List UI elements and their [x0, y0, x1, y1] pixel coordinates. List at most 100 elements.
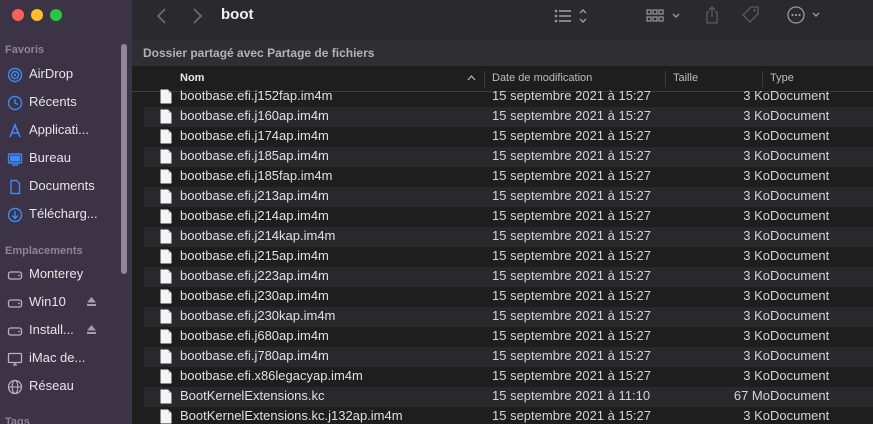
file-name: bootbase.efi.j215ap.im4m: [180, 248, 329, 263]
file-icon: [160, 129, 172, 144]
file-name: BootKernelExtensions.kc: [180, 388, 325, 403]
file-kind: Document: [770, 228, 830, 243]
file-list: bootbase.efi.j152fap.im4m 15 septembre 20…: [132, 88, 873, 424]
column-header-kind[interactable]: Type: [770, 72, 794, 84]
file-row[interactable]: bootbase.efi.j214ap.im4m 15 septembre 202…: [144, 207, 873, 227]
column-divider[interactable]: [484, 71, 485, 87]
file-kind: Document: [770, 148, 830, 163]
file-date: 15 septembre 2021 à 15:27: [492, 228, 652, 243]
sidebar-scrollbar[interactable]: [121, 44, 127, 274]
file-kind: Document: [770, 388, 830, 403]
file-size: 3 Ko: [743, 348, 770, 363]
applications-icon: [9, 123, 21, 138]
file-name: bootbase.efi.j160ap.im4m: [180, 108, 329, 123]
more-actions-icon[interactable]: [787, 5, 825, 25]
eject-icon[interactable]: [86, 324, 97, 335]
file-row[interactable]: bootbase.efi.j215ap.im4m 15 septembre 202…: [144, 247, 873, 267]
file-row[interactable]: bootbase.efi.j680ap.im4m 15 septembre 202…: [144, 327, 873, 347]
column-divider[interactable]: [665, 71, 666, 87]
toolbar: boot: [132, 0, 873, 40]
file-kind: Document: [770, 188, 830, 203]
sidebar-item-label: Récents: [29, 94, 77, 109]
sidebar-item-recents[interactable]: Récents: [0, 91, 124, 113]
file-size: 3 Ko: [743, 328, 770, 343]
file-size: 3 Ko: [743, 248, 770, 263]
file-icon: [160, 269, 172, 284]
file-date: 15 septembre 2021 à 15:27: [492, 148, 652, 163]
sidebar-item-label: iMac de...: [29, 350, 86, 365]
file-row[interactable]: bootbase.efi.j780ap.im4m 15 septembre 202…: [144, 347, 873, 367]
file-row[interactable]: BootKernelExtensions.kc.j132ap.im4m 15 se…: [144, 407, 873, 424]
eject-icon[interactable]: [86, 296, 97, 307]
group-icon[interactable]: [646, 7, 686, 25]
file-date: 15 septembre 2021 à 15:27: [492, 88, 652, 103]
sidebar-item-label: Télécharg...: [29, 206, 98, 221]
sort-ascending-icon[interactable]: [467, 75, 476, 81]
zoom-window-button[interactable]: [50, 9, 62, 21]
file-size: 3 Ko: [743, 108, 770, 123]
file-name: bootbase.efi.j214ap.im4m: [180, 208, 329, 223]
sidebar-item-label: Install...: [29, 322, 74, 337]
sidebar-item-applications[interactable]: Applicati...: [0, 119, 124, 141]
file-row[interactable]: bootbase.efi.j185ap.im4m 15 septembre 202…: [144, 147, 873, 167]
file-row[interactable]: bootbase.efi.j214kap.im4m 15 septembre 20…: [144, 227, 873, 247]
file-date: 15 septembre 2021 à 11:10: [492, 388, 651, 403]
file-icon: [160, 109, 172, 124]
column-header-name[interactable]: Nom: [180, 72, 204, 84]
file-row[interactable]: bootbase.efi.x86legacyap.im4m 15 septembr…: [144, 367, 873, 387]
file-date: 15 septembre 2021 à 15:27: [492, 408, 652, 423]
share-icon[interactable]: [704, 5, 720, 25]
file-name: bootbase.efi.j174ap.im4m: [180, 128, 329, 143]
file-kind: Document: [770, 308, 830, 323]
file-size: 3 Ko: [743, 368, 770, 383]
shared-folder-banner: Dossier partagé avec Partage de fichiers: [132, 40, 873, 67]
file-size: 3 Ko: [743, 208, 770, 223]
file-kind: Document: [770, 248, 830, 263]
sidebar-item-desktop[interactable]: Bureau: [0, 147, 124, 169]
file-size: 3 Ko: [743, 128, 770, 143]
file-name: bootbase.efi.j213ap.im4m: [180, 188, 329, 203]
sidebar-item-imac[interactable]: iMac de...: [0, 347, 124, 369]
sidebar-item-network[interactable]: Réseau: [0, 375, 124, 397]
file-row[interactable]: bootbase.efi.j230ap.im4m 15 septembre 202…: [144, 287, 873, 307]
file-kind: Document: [770, 348, 830, 363]
file-row[interactable]: bootbase.efi.j185fap.im4m 15 septembre 20…: [144, 167, 873, 187]
sidebar-item-monterey[interactable]: Monterey: [0, 263, 124, 285]
file-row[interactable]: bootbase.efi.j213ap.im4m 15 septembre 202…: [144, 187, 873, 207]
file-icon: [160, 349, 172, 364]
file-date: 15 septembre 2021 à 15:27: [492, 348, 652, 363]
file-row[interactable]: bootbase.efi.j174ap.im4m 15 septembre 202…: [144, 127, 873, 147]
file-name: bootbase.efi.j152fap.im4m: [180, 88, 333, 103]
back-icon[interactable]: [156, 7, 168, 25]
file-date: 15 septembre 2021 à 15:27: [492, 108, 652, 123]
sidebar-item-airdrop[interactable]: AirDrop: [0, 63, 124, 85]
file-size: 3 Ko: [743, 188, 770, 203]
sidebar-section-tags: Tags: [5, 416, 30, 424]
sidebar-item-downloads[interactable]: Télécharg...: [0, 203, 124, 225]
file-size: 3 Ko: [743, 228, 770, 243]
file-date: 15 septembre 2021 à 15:27: [492, 248, 652, 263]
forward-icon[interactable]: [191, 7, 203, 25]
column-header-date[interactable]: Date de modification: [492, 72, 592, 84]
file-date: 15 septembre 2021 à 15:27: [492, 168, 652, 183]
file-row[interactable]: bootbase.efi.j152fap.im4m 15 septembre 20…: [144, 88, 873, 107]
minimize-window-button[interactable]: [31, 9, 43, 21]
shared-folder-label: Dossier partagé avec Partage de fichiers: [143, 46, 375, 60]
file-icon: [160, 229, 172, 244]
sidebar-item-install[interactable]: Install...: [0, 319, 124, 341]
file-name: bootbase.efi.j223ap.im4m: [180, 268, 329, 283]
sidebar-item-documents[interactable]: Documents: [0, 175, 124, 197]
list-view-icon[interactable]: [554, 7, 592, 25]
column-divider[interactable]: [762, 71, 763, 87]
sidebar-item-label: Documents: [29, 178, 95, 193]
close-window-button[interactable]: [12, 9, 24, 21]
file-row[interactable]: bootbase.efi.j223ap.im4m 15 septembre 202…: [144, 267, 873, 287]
sidebar-section-favorites: Favoris: [5, 44, 45, 56]
file-row[interactable]: bootbase.efi.j230kap.im4m 15 septembre 20…: [144, 307, 873, 327]
column-header-size[interactable]: Taille: [673, 72, 698, 84]
file-row[interactable]: BootKernelExtensions.kc 15 septembre 2021…: [144, 387, 873, 407]
tag-icon[interactable]: [741, 5, 761, 25]
file-row[interactable]: bootbase.efi.j160ap.im4m 15 septembre 202…: [144, 107, 873, 127]
file-name: bootbase.efi.j214kap.im4m: [180, 228, 336, 243]
sidebar-item-win10[interactable]: Win10: [0, 291, 124, 313]
